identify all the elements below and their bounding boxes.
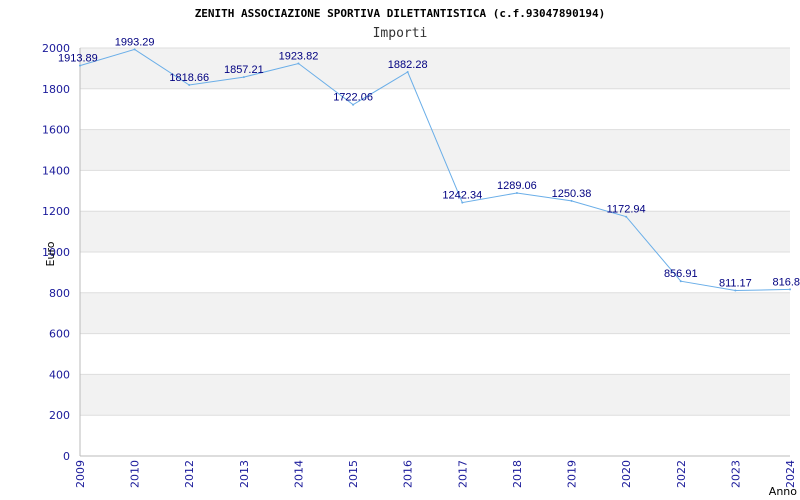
data-label: 811.17: [719, 278, 752, 290]
data-label: 816.8: [772, 276, 800, 288]
x-tick-labels: 2009 2010 2012 2013 2014 2015 2016 2017 2018 2019…: [74, 460, 797, 488]
y-tick-label: 800: [49, 287, 70, 300]
data-point: [297, 62, 300, 65]
data-point: [133, 48, 136, 51]
x-tick-label: 2018: [511, 460, 524, 488]
y-axis-label: Euro: [44, 241, 57, 266]
plot-band: [80, 129, 790, 171]
x-tick-label: 2017: [456, 460, 469, 488]
data-label: 1857.21: [224, 64, 264, 76]
data-label: 1923.82: [279, 51, 319, 63]
x-tick-label: 2022: [675, 460, 688, 488]
x-tick-label: 2012: [183, 460, 196, 488]
x-tick-label: 2013: [238, 460, 251, 488]
data-point: [789, 288, 791, 291]
plot-band: [80, 292, 790, 334]
y-tick-label: 600: [49, 328, 70, 341]
x-tick-label: 2016: [402, 460, 415, 488]
x-tick-label: 2009: [74, 460, 87, 488]
data-point: [188, 83, 191, 86]
data-point: [461, 201, 464, 204]
plot-bands: [80, 48, 790, 416]
data-label: 1250.38: [552, 188, 592, 200]
x-tick-label: 2010: [129, 460, 142, 488]
x-tick-label: 2024: [784, 460, 797, 488]
chart-title: ZENITH ASSOCIAZIONE SPORTIVA DILETTANTIS…: [195, 7, 606, 20]
plot-band: [80, 374, 790, 416]
data-label: 1913.89: [58, 53, 98, 65]
data-label: 1993.29: [115, 36, 155, 48]
chart-subtitle: Importi: [373, 26, 428, 41]
x-tick-label: 2023: [729, 460, 742, 488]
data-point: [352, 103, 355, 106]
y-tick-label: 1400: [42, 164, 70, 177]
x-tick-label: 2014: [292, 460, 305, 488]
data-point: [515, 192, 518, 195]
data-point: [570, 199, 573, 202]
data-point: [79, 64, 81, 67]
x-tick-label: 2015: [347, 460, 360, 488]
x-tick-label: 2020: [620, 460, 633, 488]
y-tick-label: 200: [49, 409, 70, 422]
data-label: 1882.28: [388, 59, 428, 71]
data-label: 1289.06: [497, 180, 537, 192]
x-tick-label: 2019: [566, 460, 579, 488]
y-tick-label: 1600: [42, 124, 70, 137]
data-label: 1722.06: [333, 92, 373, 104]
y-tick-label: 400: [49, 368, 70, 381]
data-point: [679, 280, 682, 283]
data-label: 1172.94: [607, 204, 646, 216]
plot-band: [80, 211, 790, 252]
data-label: 1818.66: [169, 72, 209, 84]
data-point: [734, 289, 737, 292]
y-tick-label: 1200: [42, 205, 70, 218]
data-point: [406, 71, 409, 74]
data-label: 856.91: [664, 268, 698, 280]
line-chart: ZENITH ASSOCIAZIONE SPORTIVA DILETTANTIS…: [42, 7, 800, 498]
x-axis-label: Anno: [769, 485, 797, 498]
data-point: [625, 215, 628, 218]
data-point: [242, 76, 245, 79]
data-label: 1242.34: [442, 190, 482, 202]
y-tick-label: 1800: [42, 83, 70, 96]
y-tick-label: 0: [63, 450, 70, 463]
